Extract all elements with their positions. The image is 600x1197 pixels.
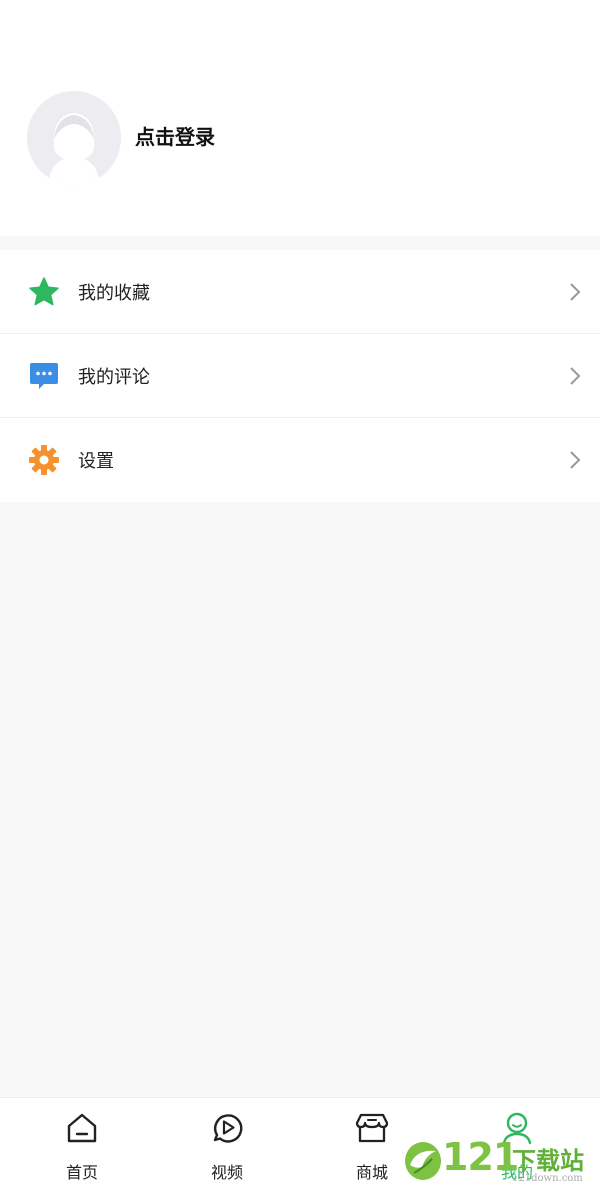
menu-list: 我的收藏 我的评论 设置 bbox=[0, 250, 600, 502]
avatar-placeholder-icon bbox=[27, 91, 121, 185]
profile-header: 点击登录 bbox=[0, 0, 600, 236]
menu-item-label: 我的收藏 bbox=[78, 282, 150, 304]
star-icon bbox=[27, 275, 60, 308]
watermark-text: 下载站 bbox=[512, 1147, 584, 1175]
gear-icon bbox=[27, 444, 60, 477]
menu-item-settings[interactable]: 设置 bbox=[0, 418, 600, 502]
tab-label: 首页 bbox=[65, 1163, 98, 1182]
tab-label: 视频 bbox=[210, 1163, 243, 1182]
store-icon bbox=[354, 1110, 390, 1146]
watermark-leaf-icon bbox=[405, 1142, 441, 1180]
login-link[interactable]: 点击登录 bbox=[135, 121, 215, 150]
watermark-url: 121down.com bbox=[512, 1173, 583, 1184]
menu-item-label: 我的评论 bbox=[78, 366, 150, 388]
video-icon bbox=[209, 1110, 245, 1146]
home-icon bbox=[64, 1110, 100, 1146]
watermark-number: 121 bbox=[442, 1135, 519, 1179]
avatar[interactable] bbox=[27, 91, 121, 185]
chevron-right-icon bbox=[568, 450, 582, 470]
tab-home[interactable]: 首页 bbox=[7, 1098, 157, 1197]
tab-video[interactable]: 视频 bbox=[152, 1098, 302, 1197]
menu-item-label: 设置 bbox=[78, 451, 114, 472]
watermark-logo: 121 下载站 121down.com bbox=[400, 1133, 595, 1191]
menu-item-favorites[interactable]: 我的收藏 bbox=[0, 250, 600, 334]
menu-item-comments[interactable]: 我的评论 bbox=[0, 334, 600, 418]
chevron-right-icon bbox=[568, 366, 582, 386]
chevron-right-icon bbox=[568, 282, 582, 302]
comment-icon bbox=[27, 359, 60, 392]
